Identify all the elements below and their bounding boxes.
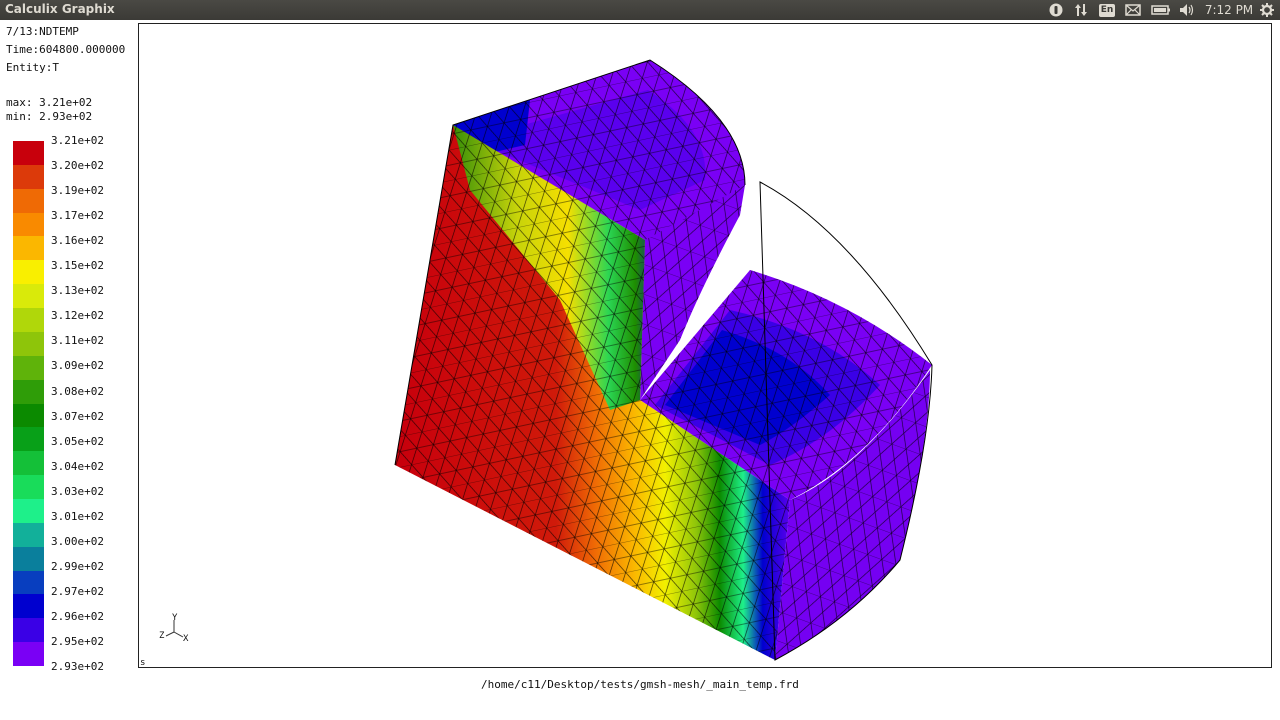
axis-triad: Y Z X	[159, 613, 189, 644]
corner-mark: s	[140, 658, 146, 668]
axis-z-label: Z	[159, 631, 165, 641]
file-path-label: /home/c11/Desktop/tests/gmsh-mesh/_main_…	[481, 678, 799, 691]
axis-x-label: X	[183, 634, 189, 644]
axis-y-label: Y	[172, 613, 178, 623]
